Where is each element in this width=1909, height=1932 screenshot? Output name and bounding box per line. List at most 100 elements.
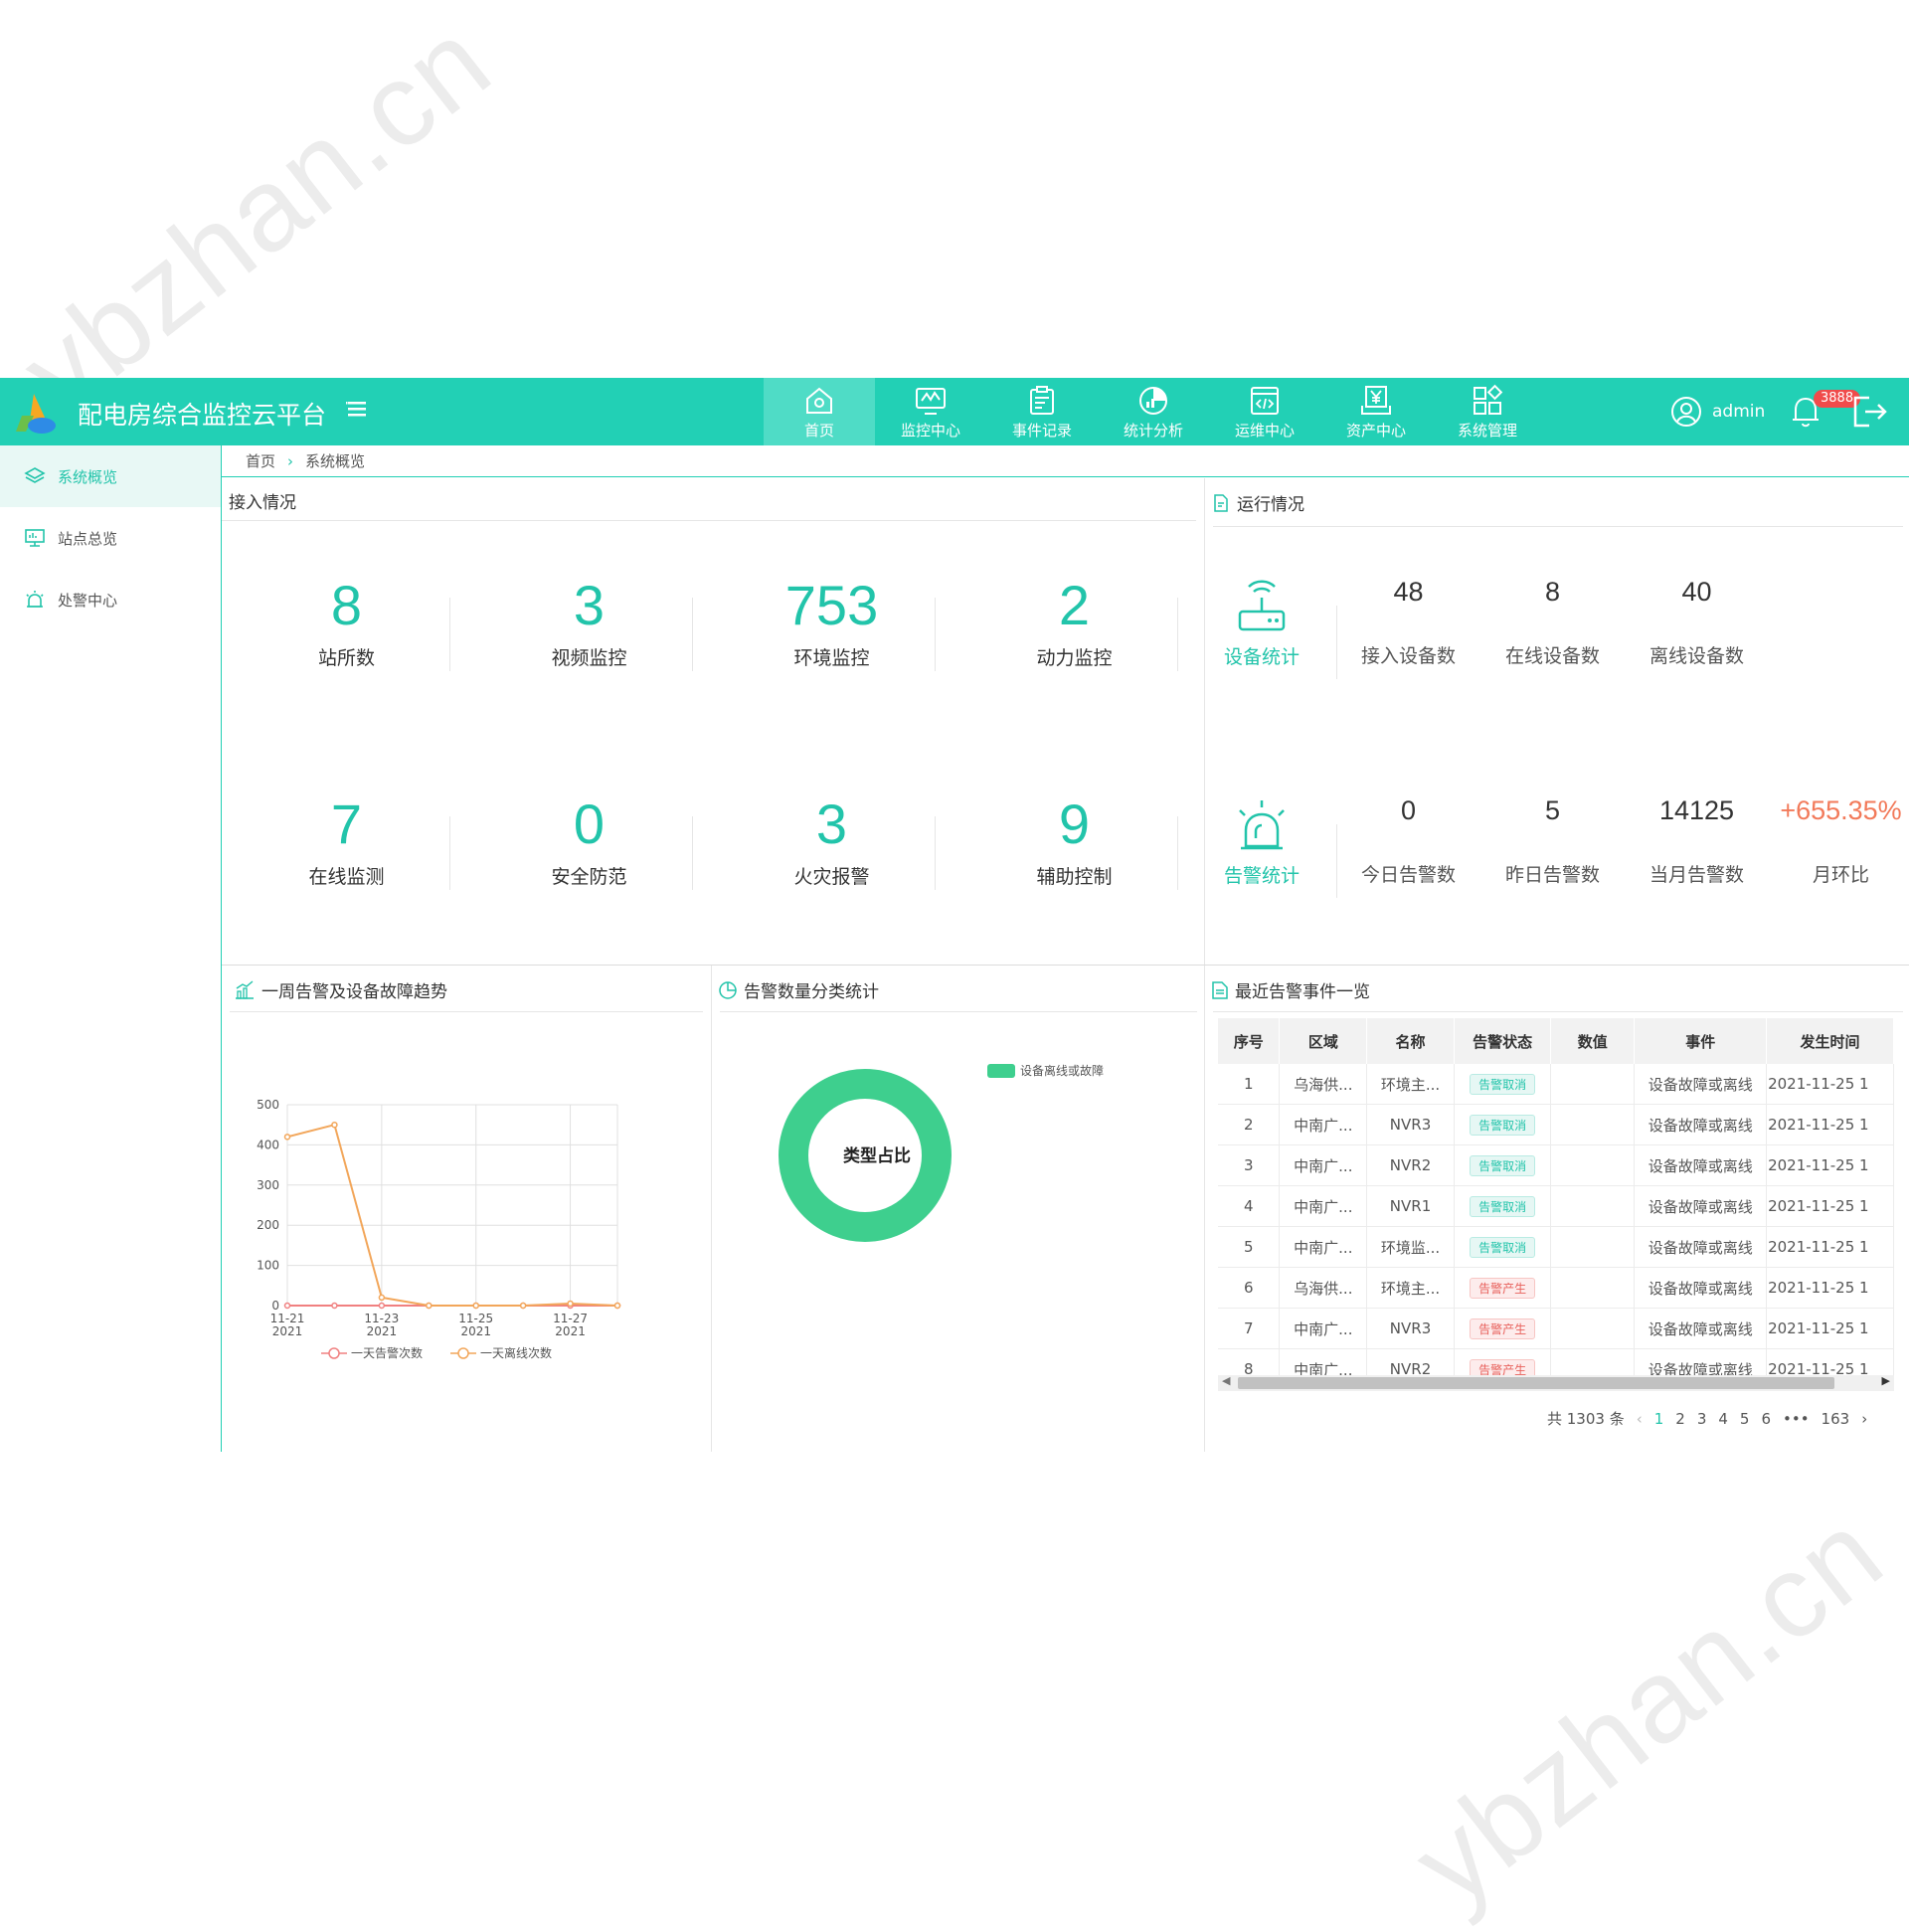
nav-home[interactable]: 首页: [764, 378, 875, 445]
nav-event-log[interactable]: 事件记录: [986, 378, 1098, 445]
y-tick-label: 300: [257, 1178, 279, 1192]
code-window-icon: [1251, 387, 1279, 415]
column-header: 事件: [1634, 1018, 1768, 1064]
scroll-left-icon[interactable]: ◀: [1222, 1374, 1230, 1387]
table-row[interactable]: 3 中南广... NVR2 告警取消 设备故障或离线 2021-11-25 1: [1218, 1144, 1894, 1186]
sidebar-item-stations[interactable]: 站点总览: [0, 507, 221, 569]
table-cell: 设备故障或离线: [1634, 1104, 1768, 1145]
breadcrumb-current: 系统概览: [305, 452, 366, 470]
legend-marker: [457, 1347, 469, 1359]
table-cell: 4: [1218, 1185, 1281, 1227]
run-value: 0: [1400, 795, 1417, 825]
next-page-icon[interactable]: ›: [1861, 1410, 1867, 1428]
status-badge: 告警取消: [1470, 1154, 1536, 1176]
nav-label: 运维中心: [1234, 422, 1295, 439]
menu-toggle-icon[interactable]: [346, 399, 368, 423]
layers-icon: [24, 467, 46, 483]
table-cell: 7: [1218, 1308, 1281, 1349]
nav-label: 监控中心: [900, 422, 960, 439]
table-row[interactable]: 2 中南广... NVR3 告警取消 设备故障或离线 2021-11-25 1: [1218, 1104, 1894, 1145]
nav-label: 系统管理: [1457, 422, 1517, 439]
page-number[interactable]: 3: [1697, 1410, 1707, 1428]
table-cell: NVR2: [1366, 1144, 1455, 1186]
nav-system-admin[interactable]: 系统管理: [1432, 378, 1543, 445]
sidebar-item-label: 处警中心: [58, 591, 118, 610]
run-label: 在线设备数: [1504, 645, 1600, 667]
status-badge: 告警产生: [1470, 1277, 1536, 1299]
stat-value: 3: [573, 574, 606, 636]
nav-statistics[interactable]: 统计分析: [1098, 378, 1209, 445]
scroll-right-icon[interactable]: ▶: [1882, 1374, 1890, 1387]
column-header: 告警状态: [1454, 1018, 1552, 1064]
top-header: 配电房综合监控云平台 首页 监控中心 事件记录 统计分析 运维中心 资产中心 系…: [0, 378, 1909, 445]
y-tick-label: 500: [257, 1098, 279, 1112]
page-number[interactable]: 1: [1654, 1410, 1664, 1428]
breadcrumb-home[interactable]: 首页: [246, 450, 275, 471]
legend-swatch: [987, 1064, 1015, 1078]
sidebar-item-overview[interactable]: 系统概览: [0, 445, 221, 507]
siren-icon: [1239, 800, 1285, 850]
run-label: 月环比: [1812, 864, 1869, 886]
table-cell: 3: [1218, 1144, 1281, 1186]
stat-value: 3: [815, 792, 848, 855]
nav-asset-center[interactable]: 资产中心: [1320, 378, 1432, 445]
page-number[interactable]: 163: [1822, 1410, 1850, 1428]
legend-label: 设备离线或故障: [1020, 1063, 1104, 1078]
table-horizontal-scrollbar[interactable]: ◀ ▶: [1218, 1374, 1894, 1391]
clipboard-icon: [1030, 386, 1054, 415]
page-number[interactable]: 4: [1718, 1410, 1728, 1428]
username: admin: [1712, 402, 1766, 422]
table-cell: 2021-11-25 1: [1766, 1104, 1894, 1145]
pager-total: 共 1303 条: [1547, 1410, 1625, 1428]
table-cell: 设备故障或离线: [1634, 1144, 1768, 1186]
page-number[interactable]: 2: [1675, 1410, 1685, 1428]
table-cell: [1550, 1064, 1636, 1105]
status-badge: 告警取消: [1470, 1114, 1536, 1136]
list-document-icon: [1212, 980, 1228, 999]
grid-icon: [1474, 384, 1503, 415]
nav-ops-center[interactable]: 运维中心: [1209, 378, 1320, 445]
logout-icon[interactable]: [1851, 394, 1889, 430]
run-value: 14125: [1658, 795, 1735, 825]
data-point: [426, 1302, 433, 1310]
table-cell: 中南广...: [1279, 1226, 1368, 1268]
scrollbar-thumb[interactable]: [1238, 1377, 1834, 1389]
prev-page-icon[interactable]: ‹: [1637, 1410, 1643, 1428]
run-label: 接入设备数: [1360, 645, 1456, 667]
table-row[interactable]: 6 乌海供... 环境主... 告警产生 设备故障或离线 2021-11-25 1: [1218, 1267, 1894, 1309]
stat-card: 3 视频监控: [468, 574, 710, 670]
table-cell: 2021-11-25 1: [1766, 1185, 1894, 1227]
sidebar-item-alarm-center[interactable]: 处警中心: [0, 569, 221, 630]
device-stat-label: 设备统计: [1223, 646, 1300, 668]
alarm-stat-label: 告警统计: [1223, 865, 1300, 887]
table-row[interactable]: 5 中南广... 环境监... 告警取消 设备故障或离线 2021-11-25 1: [1218, 1226, 1894, 1268]
document-icon: [1214, 493, 1228, 512]
data-point: [331, 1302, 338, 1310]
run-value: 5: [1544, 795, 1561, 825]
trend-line-chart: 010020030040050011-21202111-23202111-252…: [257, 1098, 621, 1360]
table-cell: 告警取消: [1454, 1144, 1552, 1186]
table-row[interactable]: 1 乌海供... 环境主... 告警取消 设备故障或离线 2021-11-25 1: [1218, 1064, 1894, 1105]
y-tick-label: 200: [257, 1218, 279, 1232]
alarm-icon: [26, 591, 44, 608]
data-point: [519, 1302, 527, 1310]
nav-monitor-center[interactable]: 监控中心: [875, 378, 986, 445]
router-icon: [1238, 580, 1286, 631]
status-badge: 告警取消: [1470, 1073, 1536, 1095]
page-number[interactable]: •••: [1783, 1410, 1810, 1428]
user-menu[interactable]: admin: [1670, 396, 1765, 428]
table-row[interactable]: 4 中南广... NVR1 告警取消 设备故障或离线 2021-11-25 1: [1218, 1185, 1894, 1227]
table-cell: 乌海供...: [1279, 1267, 1368, 1309]
column-header: 名称: [1366, 1018, 1455, 1064]
data-point: [613, 1302, 621, 1310]
page-number[interactable]: 6: [1761, 1410, 1771, 1428]
table-row[interactable]: 7 中南广... NVR3 告警产生 设备故障或离线 2021-11-25 1: [1218, 1308, 1894, 1349]
breadcrumb: 首页 › 系统概览: [222, 445, 1909, 477]
page-number[interactable]: 5: [1740, 1410, 1750, 1428]
stat-card: 0 安全防范: [468, 792, 710, 889]
table-cell: 2021-11-25 1: [1766, 1064, 1894, 1105]
status-badge: 告警取消: [1470, 1236, 1536, 1258]
table-cell: 5: [1218, 1226, 1281, 1268]
table-cell: 环境监...: [1366, 1226, 1455, 1268]
monitor-icon: [916, 388, 946, 415]
